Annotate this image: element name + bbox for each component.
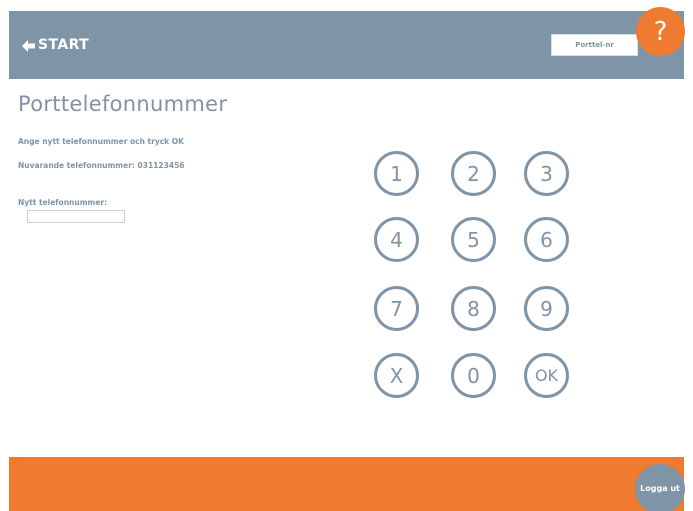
start-button[interactable]: START bbox=[21, 35, 89, 55]
key-1-button[interactable]: 1 bbox=[374, 151, 419, 196]
key-6-button[interactable]: 6 bbox=[524, 217, 569, 262]
key-3-button[interactable]: 3 bbox=[524, 151, 569, 196]
key-2-button[interactable]: 2 bbox=[451, 151, 496, 196]
arrow-left-icon bbox=[21, 38, 36, 52]
bottom-bar bbox=[9, 457, 684, 511]
main-content bbox=[9, 79, 684, 455]
start-label: START bbox=[38, 37, 90, 53]
numeric-keypad: 1 2 3 4 5 6 7 8 9 X 0 OK bbox=[374, 151, 574, 399]
help-button[interactable]: ? bbox=[636, 7, 685, 56]
key-7-button[interactable]: 7 bbox=[374, 286, 419, 331]
current-number-row: Nuvarande telefonnummer: 031123456 bbox=[18, 162, 185, 170]
kiosk-screen: START Porttel-nr ? Porttelefonnummer Ang… bbox=[0, 0, 693, 511]
ok-button[interactable]: OK bbox=[524, 353, 569, 398]
key-0-button[interactable]: 0 bbox=[451, 353, 496, 398]
current-number-label: Nuvarande telefonnummer: bbox=[18, 161, 135, 170]
key-8-button[interactable]: 8 bbox=[451, 286, 496, 331]
porttel-nr-button[interactable]: Porttel-nr bbox=[551, 34, 638, 56]
new-number-label: Nytt telefonnummer: bbox=[18, 198, 108, 207]
instruction-text: Ange nytt telefonnummer och tryck OK bbox=[18, 137, 184, 146]
current-number-value: 031123456 bbox=[137, 161, 185, 170]
key-5-button[interactable]: 5 bbox=[451, 217, 496, 262]
logout-button[interactable]: Logga ut bbox=[635, 464, 685, 511]
key-4-button[interactable]: 4 bbox=[374, 217, 419, 262]
help-icon: ? bbox=[653, 16, 668, 47]
key-9-button[interactable]: 9 bbox=[524, 286, 569, 331]
clear-button[interactable]: X bbox=[374, 353, 419, 398]
top-bar: START Porttel-nr bbox=[9, 11, 684, 79]
new-number-input[interactable] bbox=[27, 210, 125, 223]
page-title: Porttelefonnummer bbox=[18, 92, 228, 116]
